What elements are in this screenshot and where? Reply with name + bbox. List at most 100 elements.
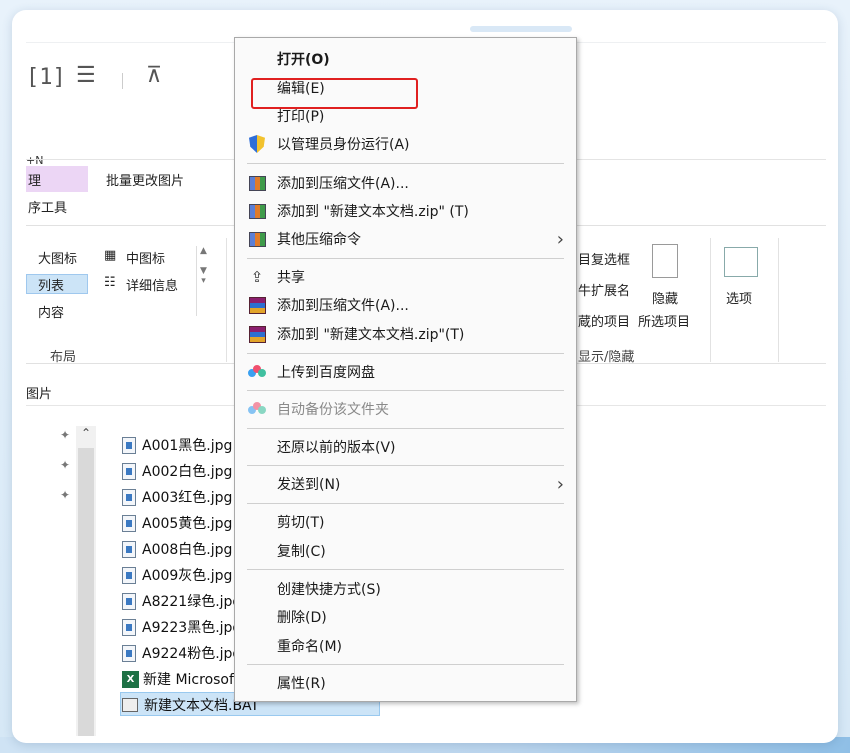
item-checkboxes[interactable]: 目复选框 xyxy=(578,249,630,268)
menu-item-send-to[interactable]: 发送到(N) › xyxy=(235,471,576,497)
jpg-file-icon xyxy=(122,618,136,636)
menu-item-auto-backup[interactable]: 自动备份该文件夹 xyxy=(235,396,576,422)
menu-item-open[interactable]: 打开(O) xyxy=(235,46,576,72)
file-name: A008白色.jpg xyxy=(142,542,233,558)
ribbon-separator-2 xyxy=(710,238,711,362)
nav-scroll-thumb[interactable] xyxy=(78,448,94,736)
jpg-file-icon xyxy=(122,462,136,480)
group-showhide-label: 显示/隐藏 xyxy=(578,350,635,365)
baidu-netdisk-icon xyxy=(247,363,267,381)
list-item[interactable]: A008白色.jpg xyxy=(122,537,232,561)
menu-item-create-shortcut[interactable]: 创建快捷方式(S) xyxy=(235,576,576,602)
menu-item-upload-baidu[interactable]: 上传到百度网盘 xyxy=(235,359,576,385)
tab-app-tools[interactable]: 序工具 xyxy=(26,192,88,220)
list-item[interactable]: A9224粉色.jpg xyxy=(122,641,241,665)
tab-batch-rename-pictures[interactable]: 批量更改图片 xyxy=(106,170,184,189)
hidden-items[interactable]: 蔵的项目 xyxy=(578,311,630,330)
list-item[interactable]: A009灰色.jpg xyxy=(122,563,232,587)
medium-icons-icon: ▦ xyxy=(104,248,117,263)
menu-item-restore-previous[interactable]: 还原以前的版本(V) xyxy=(235,434,576,460)
menu-item-label: 其他压缩命令 xyxy=(277,232,361,248)
menu-item-label: 上传到百度网盘 xyxy=(277,365,375,381)
menu-item-add-to-zip-rar[interactable]: 添加到 "新建文本文档.zip"(T) xyxy=(235,321,576,347)
bat-file-icon xyxy=(122,698,138,712)
360zip-icon xyxy=(247,230,267,248)
menu-item-rename[interactable]: 重命名(M) xyxy=(235,633,576,659)
pin-icon[interactable]: ✦ xyxy=(60,428,70,442)
excel-file-icon: X xyxy=(122,670,139,688)
clear-filter-icon[interactable]: ⊼ xyxy=(146,63,162,88)
list-item[interactable]: A9223黑色.jpg xyxy=(122,615,241,639)
scroll-up-icon[interactable]: ⌃ xyxy=(81,426,91,440)
pin-icon[interactable]: ✦ xyxy=(60,458,70,472)
menu-item-label: 添加到压缩文件(A)... xyxy=(277,176,409,192)
view-details[interactable]: 详细信息 xyxy=(126,275,178,294)
layout-scroll[interactable]: ▲ ▼ ▾ xyxy=(196,246,210,316)
list-item[interactable]: A002白色.jpg xyxy=(122,459,232,483)
360zip-icon xyxy=(247,174,267,192)
menu-item-properties[interactable]: 属性(R) xyxy=(235,670,576,696)
menu-item-label: 共享 xyxy=(277,270,305,286)
file-name-extensions[interactable]: 牛扩展名 xyxy=(578,280,630,299)
menu-separator xyxy=(247,428,564,429)
view-list[interactable]: 列表 xyxy=(38,275,64,294)
menu-item-label: 打开(O) xyxy=(277,52,330,68)
menu-item-cut[interactable]: 剪切(T) xyxy=(235,509,576,535)
jpg-file-icon xyxy=(122,644,136,662)
jpg-file-icon xyxy=(122,436,136,454)
menu-item-add-to-archive-rar[interactable]: 添加到压缩文件(A)... xyxy=(235,292,576,318)
file-name: A003红色.jpg xyxy=(142,490,233,506)
menu-separator xyxy=(247,258,564,259)
list-item[interactable]: A003红色.jpg xyxy=(122,485,232,509)
hide-selected-line1[interactable]: 隐藏 xyxy=(652,288,678,307)
tab-manage[interactable]: 理 xyxy=(26,166,88,192)
menu-item-label: 还原以前的版本(V) xyxy=(277,440,396,456)
options-button[interactable]: 选项 xyxy=(726,288,752,307)
pin-icon[interactable]: ✦ xyxy=(60,488,70,502)
ribbon-separator-3 xyxy=(778,238,779,362)
group-layout-label: 布局 xyxy=(50,350,77,365)
baidu-netdisk-icon xyxy=(247,400,267,418)
list-item[interactable]: X 新建 Microsoft xyxy=(122,667,239,691)
menu-separator xyxy=(247,163,564,164)
menu-item-share[interactable]: ⇪ 共享 xyxy=(235,264,576,290)
select-icon[interactable]: [1] xyxy=(26,65,66,90)
view-large-icons[interactable]: 大图标 xyxy=(38,248,77,267)
file-name: A9223黑色.jpg xyxy=(142,620,242,636)
jpg-file-icon xyxy=(122,540,136,558)
menu-item-delete[interactable]: 删除(D) xyxy=(235,604,576,630)
menu-item-label: 自动备份该文件夹 xyxy=(277,402,389,418)
file-name: A005黄色.jpg xyxy=(142,516,233,532)
list-item[interactable]: A001黑色.jpg xyxy=(122,433,232,457)
jpg-file-icon xyxy=(122,514,136,532)
menu-separator xyxy=(247,569,564,570)
view-medium-icons[interactable]: 中图标 xyxy=(126,248,165,267)
share-icon: ⇪ xyxy=(250,268,264,286)
menu-item-edit[interactable]: 编辑(E) xyxy=(235,75,576,101)
view-content[interactable]: 内容 xyxy=(38,302,64,321)
menu-item-add-to-zip-360[interactable]: 添加到 "新建文本文档.zip" (T) xyxy=(235,198,576,224)
options-icon xyxy=(724,247,758,277)
menu-item-print[interactable]: 打印(P) xyxy=(235,103,576,129)
menu-separator xyxy=(247,465,564,466)
menu-separator xyxy=(247,503,564,504)
jpg-file-icon xyxy=(122,566,136,584)
list-item[interactable]: A005黄色.jpg xyxy=(122,511,232,535)
menu-item-copy[interactable]: 复制(C) xyxy=(235,538,576,564)
list-item[interactable]: A8221绿色.jpg xyxy=(122,589,241,613)
menu-item-label: 打印(P) xyxy=(277,109,325,125)
menu-item-label: 创建快捷方式(S) xyxy=(277,582,381,598)
submenu-arrow-icon: › xyxy=(556,228,564,250)
menu-item-label: 复制(C) xyxy=(277,544,326,560)
submenu-arrow-icon: › xyxy=(556,473,564,495)
list-view-icon[interactable]: ☰ xyxy=(76,63,96,88)
winrar-icon xyxy=(247,325,267,343)
file-name: A9224粉色.jpg xyxy=(142,646,242,662)
menu-item-add-to-archive-360[interactable]: 添加到压缩文件(A)... xyxy=(235,170,576,196)
hide-selected-line2[interactable]: 所选项目 xyxy=(638,311,690,330)
uac-shield-icon xyxy=(247,135,267,153)
menu-item-run-as-admin[interactable]: 以管理员身份运行(A) xyxy=(235,131,576,157)
file-name: A8221绿色.jpg xyxy=(142,594,242,610)
menu-item-other-compress[interactable]: 其他压缩命令 › xyxy=(235,226,576,252)
menu-item-label: 编辑(E) xyxy=(277,81,325,97)
